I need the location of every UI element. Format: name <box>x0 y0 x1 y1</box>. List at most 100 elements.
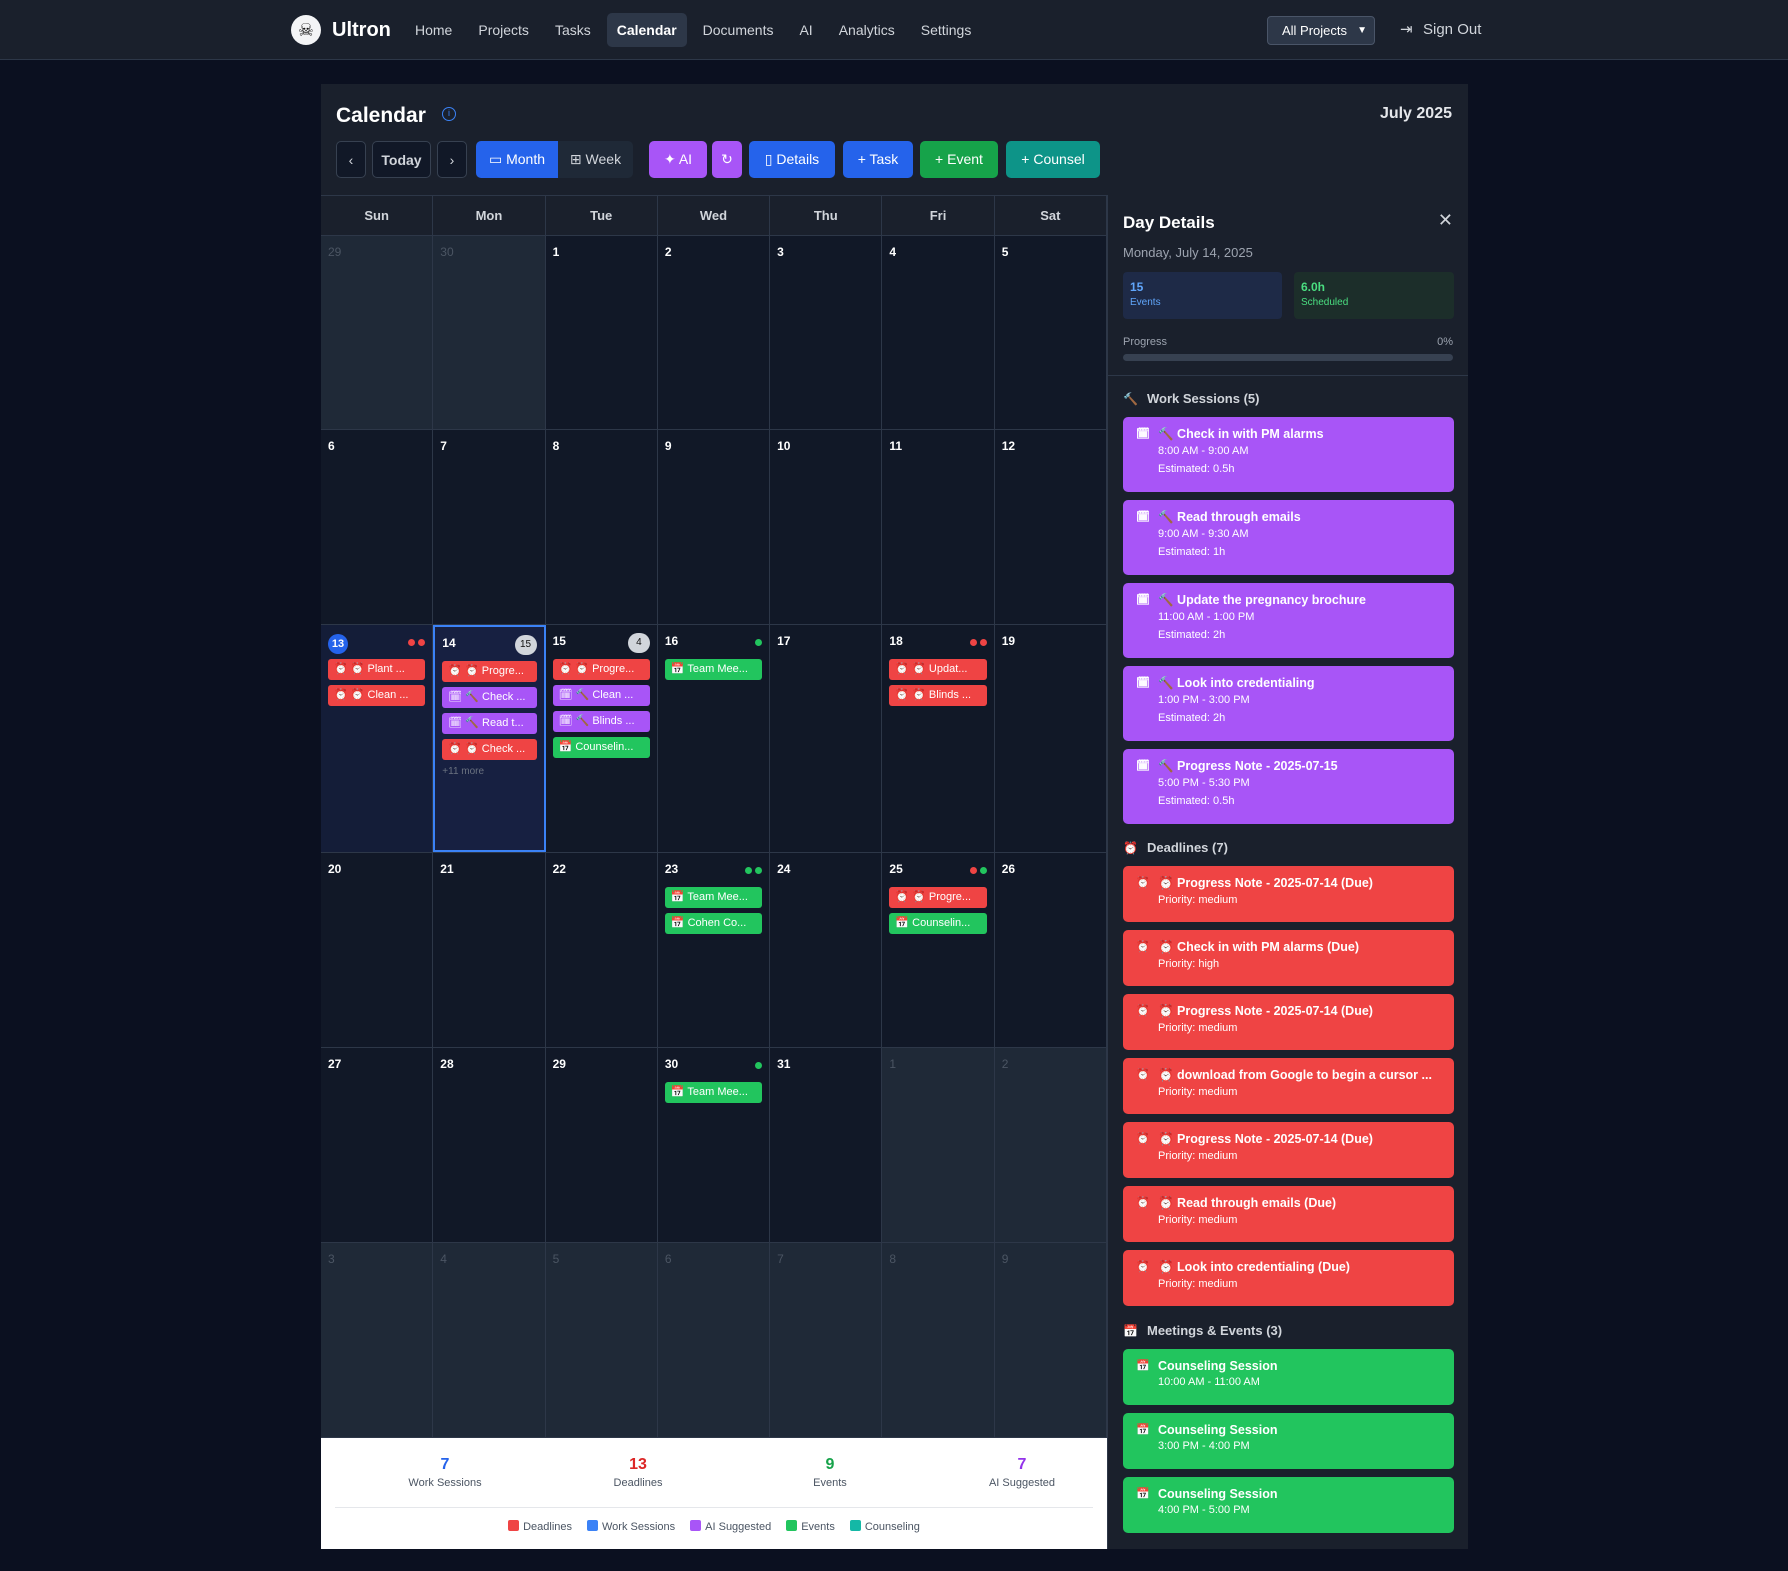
day-cell[interactable]: 13 ⏰ ⏰ Plant ... ⏰ ⏰ Clean ... <box>321 625 434 852</box>
calendar-event-chip[interactable]: 🗓 🔨 Clean ... <box>552 685 650 706</box>
deadline-card[interactable]: ⏰ ⏰ Progress Note - 2025-07-14 (Due) Prior… <box>1123 994 1454 1050</box>
calendar-event-chip[interactable]: ⏰ ⏰ Progre... <box>552 659 650 680</box>
day-cell[interactable]: 11 <box>882 430 995 624</box>
calendar-event-chip[interactable]: 📅 Team Mee... <box>664 1082 763 1103</box>
day-cell[interactable]: 3 <box>770 236 883 429</box>
prev-month-button[interactable]: ‹ <box>336 141 366 178</box>
day-cell[interactable]: 28 <box>433 1048 546 1242</box>
calendar-event-chip[interactable]: 📅 Team Mee... <box>664 887 763 908</box>
deadline-card[interactable]: ⏰ ⏰ Look into credentialing (Due) Priority… <box>1123 1250 1454 1306</box>
day-cell[interactable]: 17 <box>770 625 883 852</box>
project-select[interactable]: All Projects ▼ <box>1267 16 1375 45</box>
work-session-card[interactable]: 🗓 🔨 Check in with PM alarms 8:00 AM - 9:00… <box>1123 417 1454 492</box>
day-cell[interactable]: 31 <box>770 1048 883 1242</box>
day-cell[interactable]: 29 <box>545 1048 658 1242</box>
deadline-card[interactable]: ⏰ ⏰ Read through emails (Due) Priority: me… <box>1123 1186 1454 1242</box>
day-cell[interactable]: 4 <box>882 236 995 429</box>
day-cell[interactable]: 16 📅 Team Mee... <box>657 625 771 852</box>
calendar-event-chip[interactable]: ⏰ ⏰ Clean ... <box>328 685 426 706</box>
info-icon[interactable]: i <box>442 107 456 121</box>
day-cell[interactable]: 6 <box>321 430 434 624</box>
day-cell[interactable]: 8 <box>882 1243 995 1437</box>
brand-name[interactable]: Ultron <box>332 19 391 42</box>
day-cell[interactable]: 9 <box>657 430 771 624</box>
day-cell[interactable]: 12 <box>994 430 1107 624</box>
day-cell[interactable]: 9 <box>994 1243 1107 1437</box>
add-event-button[interactable]: + Event <box>920 141 998 178</box>
add-task-button[interactable]: + Task <box>843 141 913 178</box>
nav-ai[interactable]: AI <box>789 13 822 47</box>
ai-button[interactable]: ✦ AI <box>649 141 707 178</box>
calendar-event-chip[interactable]: ⏰ ⏰ Progre... <box>442 661 537 682</box>
refresh-button[interactable]: ↻ <box>712 141 742 178</box>
day-cell[interactable]: 2 <box>994 1048 1107 1242</box>
day-cell[interactable]: 30 <box>433 236 546 429</box>
work-session-card[interactable]: 🗓 🔨 Progress Note - 2025-07-15 5:00 PM - 5… <box>1123 749 1454 824</box>
details-button[interactable]: ▯ Details <box>749 141 835 178</box>
calendar-event-chip[interactable]: 📅 Counselin... <box>889 913 987 934</box>
add-counsel-button[interactable]: + Counsel <box>1006 141 1100 178</box>
calendar-event-chip[interactable]: 🗓 🔨 Blinds ... <box>552 711 650 732</box>
deadline-card[interactable]: ⏰ ⏰ Progress Note - 2025-07-14 (Due) Prior… <box>1123 1122 1454 1178</box>
day-cell[interactable]: 18 ⏰ ⏰ Updat... ⏰ ⏰ Blinds ... <box>882 625 995 852</box>
calendar-event-chip[interactable]: 📅 Cohen Co... <box>664 913 763 934</box>
day-cell[interactable]: 22 <box>545 853 658 1047</box>
work-session-card[interactable]: 🗓 🔨 Update the pregnancy brochure 11:00 AM… <box>1123 583 1454 658</box>
week-view-button[interactable]: ⊞ Week <box>558 141 633 178</box>
work-session-card[interactable]: 🗓 🔨 Read through emails 9:00 AM - 9:30 AM E… <box>1123 500 1454 575</box>
day-cell[interactable]: 1 <box>882 1048 995 1242</box>
deadline-card[interactable]: ⏰ ⏰ download from Google to begin a curso… <box>1123 1058 1454 1114</box>
day-cell[interactable]: 14 15 ⏰ ⏰ Progre... 🗓 🔨 Check ... 🗓 🔨 Read t… <box>433 625 546 852</box>
day-cell[interactable]: 30 📅 Team Mee... <box>657 1048 771 1242</box>
day-cell[interactable]: 15 4 ⏰ ⏰ Progre... 🗓 🔨 Clean ... 🗓 🔨 Blinds … <box>545 625 658 852</box>
day-cell[interactable]: 1 <box>545 236 658 429</box>
calendar-event-chip[interactable]: ⏰ ⏰ Check ... <box>442 739 537 760</box>
calendar-event-chip[interactable]: 🗓 🔨 Read t... <box>442 713 537 734</box>
nav-calendar[interactable]: Calendar <box>606 13 687 47</box>
day-cell[interactable]: 7 <box>770 1243 883 1437</box>
nav-home[interactable]: Home <box>405 13 462 47</box>
month-view-button[interactable]: ▭ Month <box>476 141 558 178</box>
deadline-card[interactable]: ⏰ ⏰ Check in with PM alarms (Due) Priority… <box>1123 930 1454 986</box>
day-cell[interactable]: 29 <box>321 236 434 429</box>
day-cell[interactable]: 23 📅 Team Mee... 📅 Cohen Co... <box>657 853 771 1047</box>
day-cell[interactable]: 25 ⏰ ⏰ Progre... 📅 Counselin... <box>882 853 995 1047</box>
next-month-button[interactable]: › <box>437 141 467 178</box>
ultron-logo-icon[interactable]: ☠ <box>291 15 321 45</box>
day-cell[interactable]: 21 <box>433 853 546 1047</box>
calendar-event-chip[interactable]: ⏰ ⏰ Plant ... <box>328 659 426 680</box>
day-cell[interactable]: 3 <box>321 1243 434 1437</box>
work-session-card[interactable]: 🗓 🔨 Look into credentialing 1:00 PM - 3:00… <box>1123 666 1454 741</box>
more-events-link[interactable]: +11 more <box>442 766 536 777</box>
day-cell[interactable]: 2 <box>657 236 771 429</box>
nav-projects[interactable]: Projects <box>468 13 539 47</box>
day-cell[interactable]: 5 <box>994 236 1107 429</box>
calendar-event-chip[interactable]: 📅 Team Mee... <box>664 659 763 680</box>
day-cell[interactable]: 4 <box>433 1243 546 1437</box>
day-cell[interactable]: 19 <box>994 625 1107 852</box>
day-cell[interactable]: 8 <box>545 430 658 624</box>
nav-tasks[interactable]: Tasks <box>545 13 601 47</box>
nav-documents[interactable]: Documents <box>693 13 784 47</box>
sign-out-button[interactable]: ⇥ Sign Out <box>1400 20 1481 38</box>
nav-analytics[interactable]: Analytics <box>829 13 905 47</box>
day-cell[interactable]: 10 <box>770 430 883 624</box>
calendar-event-chip[interactable]: ⏰ ⏰ Blinds ... <box>889 685 987 706</box>
deadline-card[interactable]: ⏰ ⏰ Progress Note - 2025-07-14 (Due) Prior… <box>1123 866 1454 922</box>
close-icon[interactable]: ✕ <box>1438 210 1453 231</box>
day-cell[interactable]: 27 <box>321 1048 434 1242</box>
today-button[interactable]: Today <box>372 141 431 178</box>
day-cell[interactable]: 6 <box>657 1243 771 1437</box>
calendar-event-chip[interactable]: 📅 Counselin... <box>552 737 650 758</box>
meeting-card[interactable]: 📅 Counseling Session 3:00 PM - 4:00 PM <box>1123 1413 1454 1469</box>
day-cell[interactable]: 7 <box>433 430 546 624</box>
day-cell[interactable]: 26 <box>994 853 1107 1047</box>
meeting-card[interactable]: 📅 Counseling Session 4:00 PM - 5:00 PM <box>1123 1477 1454 1533</box>
day-cell[interactable]: 24 <box>770 853 883 1047</box>
calendar-event-chip[interactable]: ⏰ ⏰ Progre... <box>889 887 987 908</box>
meeting-card[interactable]: 📅 Counseling Session 10:00 AM - 11:00 AM <box>1123 1349 1454 1405</box>
calendar-event-chip[interactable]: 🗓 🔨 Check ... <box>442 687 537 708</box>
nav-settings[interactable]: Settings <box>911 13 982 47</box>
day-cell[interactable]: 20 <box>321 853 434 1047</box>
day-cell[interactable]: 5 <box>545 1243 658 1437</box>
